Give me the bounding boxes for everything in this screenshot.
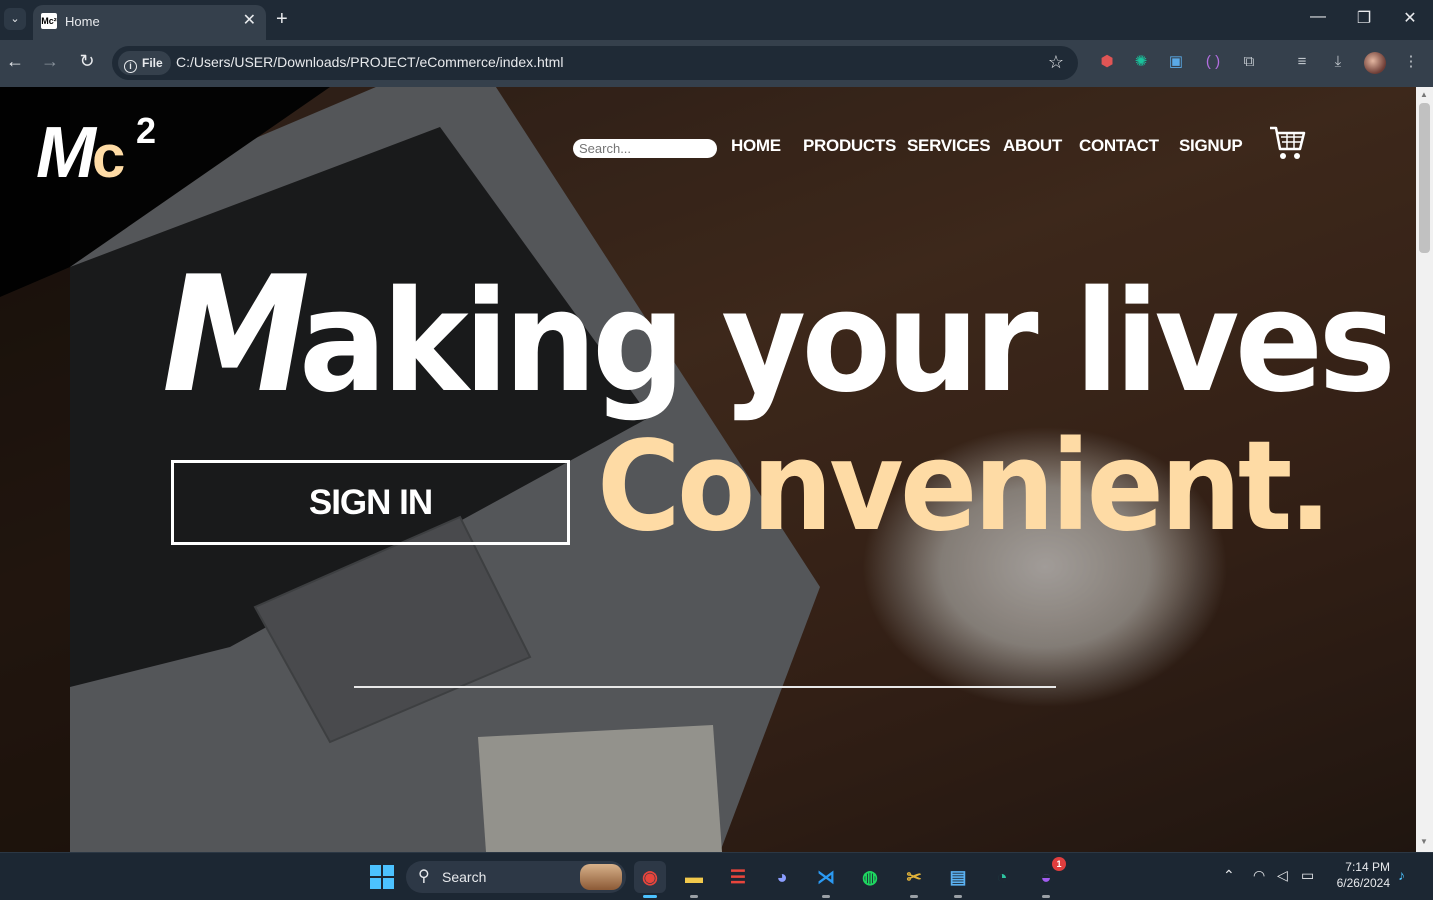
discord-icon[interactable]: ◕ xyxy=(766,861,798,893)
download-icon[interactable]: ⤓ xyxy=(1328,52,1348,72)
media-control-icon[interactable]: ≡ xyxy=(1292,52,1312,72)
headline-rest: aking your lives xyxy=(298,261,1396,424)
logo-superscript: 2 xyxy=(136,110,156,151)
favicon-icon: Mc² xyxy=(41,13,57,29)
close-window-icon[interactable]: ✕ xyxy=(1395,8,1425,28)
scroll-down-icon[interactable]: ▼ xyxy=(1420,837,1428,846)
extension-icon[interactable]: ⬢ xyxy=(1097,52,1117,72)
browser-toolbar: ← → ↻ i File C:/Users/USER/Downloads/PROJ… xyxy=(0,40,1433,87)
vscode-icon[interactable]: ⋊ xyxy=(810,861,842,898)
page-viewport: M c 2 HOME PRODUCTS SERVICES ABOUT CONTA… xyxy=(0,87,1416,852)
nav-home[interactable]: HOME xyxy=(731,136,781,160)
url-text[interactable]: C:/Users/USER/Downloads/PROJECT/eCommerc… xyxy=(176,54,563,70)
new-tab-button[interactable]: + xyxy=(276,8,288,30)
show-hidden-icons-icon[interactable]: ⌃ xyxy=(1223,867,1235,884)
snipping-tool-icon[interactable]: ✂ xyxy=(898,861,930,898)
screenshot-extension-icon[interactable]: ▣ xyxy=(1166,52,1186,72)
site-logo[interactable]: M c 2 xyxy=(36,105,166,185)
site-info-chip[interactable]: i File xyxy=(118,51,171,75)
windows-taskbar: ⚲ Search ◉ ▬ ☰ ◕ ⋊ ◍ ✂ ▤ ◔ ◒ 1 ⌃ ◠ ◁ ▭ 7:… xyxy=(0,852,1433,900)
headline-first-letter: M xyxy=(162,241,310,428)
file-explorer-icon[interactable]: ▬ xyxy=(678,861,710,898)
scrollbar-thumb[interactable] xyxy=(1419,103,1430,253)
hero-accent-text: Convenient. xyxy=(597,415,1332,559)
system-clock[interactable]: 7:14 PM 6/26/2024 xyxy=(1330,859,1390,891)
battery-icon[interactable]: ▭ xyxy=(1301,867,1314,884)
nav-contact[interactable]: CONTACT xyxy=(1079,136,1159,160)
search-highlight-image xyxy=(580,864,622,890)
clock-date: 6/26/2024 xyxy=(1336,876,1390,890)
nav-services[interactable]: SERVICES xyxy=(907,136,991,160)
windows-start-icon[interactable] xyxy=(370,865,394,889)
tab-home[interactable]: Mc² Home ✕ xyxy=(33,5,266,40)
tab-search-dropdown[interactable]: ⌄ xyxy=(4,8,26,30)
close-tab-icon[interactable]: ✕ xyxy=(243,10,256,30)
logo-m-letter: M xyxy=(36,113,98,185)
reload-icon[interactable]: ↻ xyxy=(75,51,99,72)
address-bar[interactable]: i File C:/Users/USER/Downloads/PROJECT/eC… xyxy=(112,46,1078,80)
notification-bell-icon[interactable]: ♪ xyxy=(1398,867,1405,883)
clock-time: 7:14 PM xyxy=(1345,860,1390,874)
logo-c-letter: c xyxy=(92,123,125,185)
hero-divider xyxy=(354,686,1056,688)
taskbar-search-label: Search xyxy=(442,869,487,885)
tab-title: Home xyxy=(65,14,100,29)
minimize-icon[interactable]: — xyxy=(1303,8,1333,26)
todoist-icon[interactable]: ☰ xyxy=(722,861,754,893)
maximize-icon[interactable]: ❐ xyxy=(1349,8,1379,28)
chatgpt-extension-icon[interactable]: ✺ xyxy=(1131,52,1151,72)
cart-icon[interactable] xyxy=(1268,125,1306,161)
nav-products[interactable]: PRODUCTS xyxy=(803,136,896,160)
wifi-icon[interactable]: ◠ xyxy=(1253,867,1265,884)
taskbar-search[interactable]: ⚲ Search xyxy=(406,861,626,893)
info-icon: i xyxy=(124,60,137,73)
scroll-up-icon[interactable]: ▲ xyxy=(1420,90,1428,99)
search-icon: ⚲ xyxy=(418,868,430,885)
hero-headline: Making your lives xyxy=(162,255,1396,415)
profile-avatar[interactable] xyxy=(1364,52,1386,74)
page-scrollbar[interactable]: ▲ ▼ xyxy=(1416,87,1433,852)
more-menu-icon[interactable]: ⋮ xyxy=(1401,52,1421,72)
chrome-icon[interactable]: ◉ xyxy=(634,861,666,898)
tab-strip: ⌄ Mc² Home ✕ + — ❐ ✕ xyxy=(0,0,1433,40)
extensions-puzzle-icon[interactable]: ⧉ xyxy=(1239,52,1259,72)
nav-about[interactable]: ABOUT xyxy=(1003,136,1062,160)
messenger-badge: 1 xyxy=(1052,857,1066,871)
file-chip-label: File xyxy=(142,56,163,70)
spotify-icon[interactable]: ◍ xyxy=(854,861,886,893)
notepad-icon[interactable]: ▤ xyxy=(942,861,974,898)
sign-in-button[interactable]: SIGN IN xyxy=(171,460,570,545)
volume-icon[interactable]: ◁ xyxy=(1277,867,1288,884)
bookmark-star-icon[interactable]: ☆ xyxy=(1048,52,1064,73)
nav-signup[interactable]: SIGNUP xyxy=(1179,136,1243,160)
code-extension-icon[interactable]: ( ) xyxy=(1203,52,1223,72)
forward-icon[interactable]: → xyxy=(38,51,62,72)
site-search-input[interactable] xyxy=(573,139,717,158)
back-icon[interactable]: ← xyxy=(3,51,27,72)
messenger-icon[interactable]: ◒ 1 xyxy=(1030,857,1066,898)
edge-icon[interactable]: ◔ xyxy=(986,861,1018,893)
